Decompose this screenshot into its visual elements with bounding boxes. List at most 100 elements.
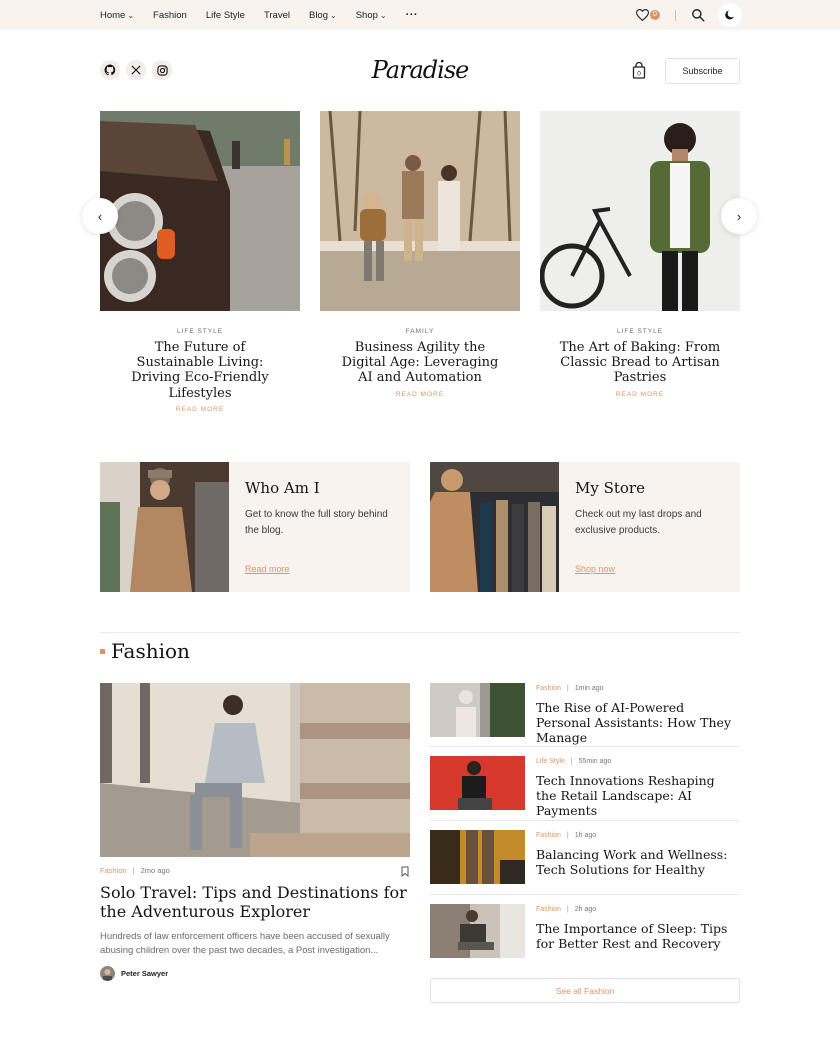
divider	[430, 746, 740, 747]
list-item-image	[430, 756, 525, 810]
list-item-meta: Fashion | 1min ago	[536, 685, 604, 692]
main-nav: Home ⌄ Fashion Life Style Travel Blog ⌄ Sh…	[100, 0, 437, 30]
top-bar: Home ⌄ Fashion Life Style Travel Blog ⌄ Sh…	[0, 0, 840, 30]
slide-title[interactable]: Business Agility the Digital Age: Levera…	[320, 340, 520, 386]
author[interactable]: Peter Sawyer	[100, 966, 168, 981]
list-item-category[interactable]: Life Style	[536, 758, 565, 765]
list-item-time: 1h ago	[574, 832, 597, 839]
shop-now-link[interactable]: Shop now	[575, 564, 615, 574]
social-links	[100, 60, 178, 80]
list-item-title[interactable]: The Importance of Sleep: Tips for Better…	[536, 921, 736, 951]
search-icon[interactable]	[691, 8, 705, 22]
dark-mode-toggle[interactable]	[718, 3, 742, 27]
carousel-prev-button[interactable]: ‹	[82, 198, 118, 234]
github-icon[interactable]	[100, 60, 120, 80]
moon-icon	[725, 10, 734, 20]
nav-item-life-style[interactable]: Life Style	[206, 10, 245, 21]
carousel-slide: LIFE STYLE The Art of Baking: From Class…	[540, 111, 740, 398]
nav-item-blog[interactable]: Blog ⌄	[309, 10, 337, 21]
nav-item-fashion[interactable]: Fashion	[153, 10, 187, 21]
list-item-time: 2h ago	[574, 906, 597, 913]
read-more-link[interactable]: READ MORE	[540, 391, 740, 398]
section-divider	[100, 632, 740, 633]
divider	[430, 894, 740, 895]
list-item-meta: Fashion | 1h ago	[536, 832, 596, 839]
slide-image[interactable]	[320, 111, 520, 311]
about-card: Who Am I Get to know the full story behi…	[100, 462, 410, 592]
divider	[430, 820, 740, 821]
slide-category[interactable]: LIFE STYLE	[100, 328, 300, 335]
list-item-category[interactable]: Fashion	[536, 685, 561, 692]
featured-time: 2mo ago	[140, 866, 170, 875]
read-more-link[interactable]: READ MORE	[100, 406, 300, 413]
heart-icon[interactable]	[636, 9, 649, 21]
chevron-down-icon: ⌄	[127, 10, 135, 20]
list-item-meta: Fashion | 2h ago	[536, 906, 596, 913]
instagram-icon[interactable]	[152, 60, 172, 80]
slide-title[interactable]: The Future of Sustainable Living: Drivin…	[100, 340, 300, 401]
list-item-time: 1min ago	[574, 685, 604, 692]
read-more-link[interactable]: Read more	[245, 564, 290, 574]
promo-title: Who Am I	[245, 479, 320, 497]
read-more-link[interactable]: READ MORE	[320, 391, 520, 398]
promo-text: Get to know the full story behind the bl…	[245, 509, 388, 536]
see-all-button[interactable]: See all Fashion	[430, 978, 740, 1003]
list-item-image	[430, 683, 525, 737]
list-item[interactable]: Fashion | 2h ago The Importance of Sleep…	[430, 904, 740, 958]
meta-separator: |	[566, 906, 569, 913]
list-item-title[interactable]: Balancing Work and Wellness: Tech Soluti…	[536, 847, 736, 877]
more-dots-icon[interactable]: ···	[406, 9, 419, 21]
featured-image[interactable]	[100, 683, 410, 857]
site-logo[interactable]: Paradise	[370, 50, 470, 90]
list-item-title[interactable]: The Rise of AI-Powered Personal Assistan…	[536, 700, 736, 745]
slide-title[interactable]: The Art of Baking: From Classic Bread to…	[540, 340, 740, 386]
list-item-image	[430, 830, 525, 884]
slide-category[interactable]: FAMILY	[320, 328, 520, 335]
featured-excerpt: Hundreds of law enforcement officers hav…	[100, 931, 390, 956]
store-card: My Store Check out my last drops and exc…	[430, 462, 740, 592]
promo-title: My Store	[575, 479, 645, 497]
divider	[675, 10, 676, 21]
about-image	[100, 462, 229, 592]
chevron-right-icon: ›	[736, 208, 742, 224]
list-item-title[interactable]: Tech Innovations Reshaping the Retail La…	[536, 773, 736, 818]
slide-image[interactable]	[540, 111, 740, 311]
chevron-left-icon: ‹	[97, 208, 103, 224]
list-item[interactable]: Fashion | 1h ago Balancing Work and Well…	[430, 830, 740, 884]
slide-image[interactable]	[100, 111, 300, 311]
featured-title[interactable]: Solo Travel: Tips and Destinations for t…	[100, 883, 410, 921]
carousel-slide: FAMILY Business Agility the Digital Age:…	[320, 111, 520, 398]
featured-meta: Fashion | 2mo ago	[100, 866, 170, 875]
list-item-category[interactable]: Fashion	[536, 906, 561, 913]
list-item-category[interactable]: Fashion	[536, 832, 561, 839]
promo-text: Check out my last drops and exclusive pr…	[575, 509, 702, 536]
chevron-down-icon: ⌄	[379, 10, 387, 20]
featured-category[interactable]: Fashion	[100, 866, 127, 875]
wishlist-count-badge: 0	[650, 10, 660, 20]
slide-category[interactable]: LIFE STYLE	[540, 328, 740, 335]
bookmark-icon[interactable]	[401, 866, 409, 877]
list-item-image	[430, 904, 525, 958]
meta-separator: |	[570, 758, 573, 765]
nav-item-shop[interactable]: Shop ⌄	[356, 10, 387, 21]
list-item-meta: Life Style | 55min ago	[536, 758, 611, 765]
list-item-time: 55min ago	[578, 758, 612, 765]
meta-separator: |	[566, 685, 569, 692]
meta-separator: |	[566, 832, 569, 839]
svg-text:0: 0	[637, 71, 641, 78]
x-icon[interactable]	[126, 60, 146, 80]
nav-item-home[interactable]: Home ⌄	[100, 10, 134, 21]
carousel-next-button[interactable]: ›	[721, 198, 757, 234]
list-item[interactable]: Life Style | 55min ago Tech Innovations …	[430, 756, 740, 818]
nav-item-travel[interactable]: Travel	[264, 10, 290, 21]
accent-square	[100, 648, 105, 654]
store-image	[430, 462, 559, 592]
section-heading: Fashion	[100, 637, 190, 665]
cart-icon[interactable]: 0	[632, 62, 646, 79]
meta-separator: |	[132, 866, 135, 875]
author-name: Peter Sawyer	[121, 969, 169, 978]
list-item[interactable]: Fashion | 1min ago The Rise of AI-Powere…	[430, 683, 740, 745]
subscribe-button[interactable]: Subscribe	[665, 58, 740, 84]
section-title: Fashion	[111, 639, 190, 663]
avatar	[100, 966, 115, 981]
